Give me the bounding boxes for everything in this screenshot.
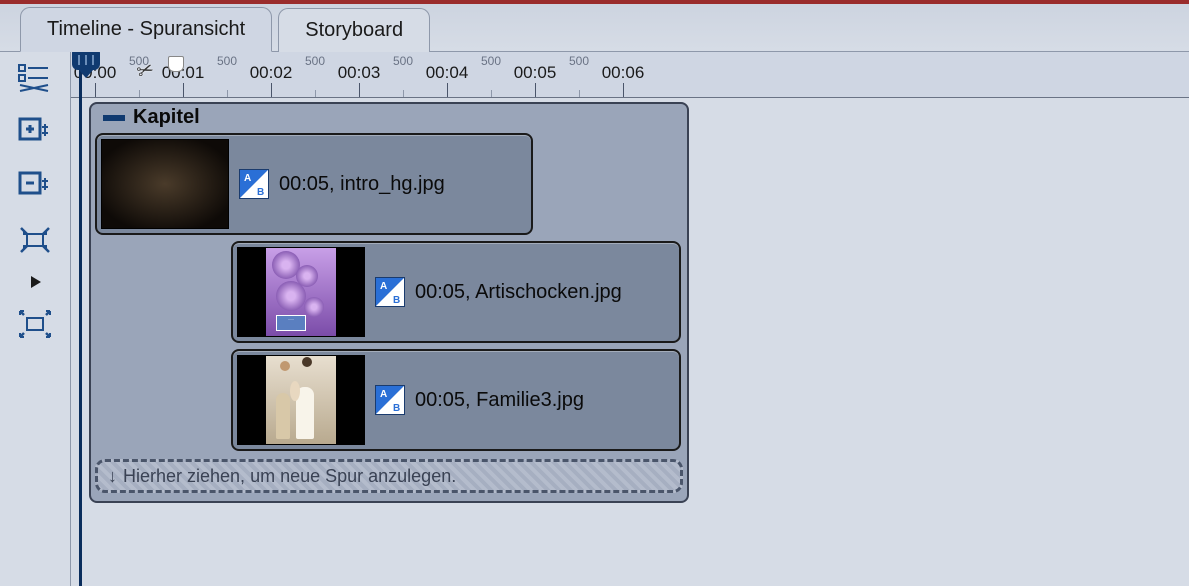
ruler-major-label: 00:02 (250, 63, 293, 83)
svg-text:A: A (244, 173, 251, 184)
tab-bar: Timeline - Spuransicht Storyboard (0, 0, 1189, 52)
toggle-tracks-icon[interactable] (10, 56, 60, 100)
transition-icon[interactable]: AB (375, 385, 405, 415)
clip-label: 00:05, Familie3.jpg (415, 389, 584, 412)
collapse-chapter-icon[interactable] (103, 115, 125, 121)
clip-label: 00:05, intro_hg.jpg (279, 173, 445, 196)
clip-item[interactable]: AB 00:05, intro_hg.jpg (95, 133, 533, 235)
svg-text:B: B (393, 403, 400, 414)
timeline-ruler[interactable]: ✂ 00:0050000:0150000:0250000:0350000:045… (71, 52, 1189, 98)
clip-thumbnail (101, 139, 229, 229)
svg-text:B: B (257, 187, 264, 198)
fit-all-icon[interactable] (10, 302, 60, 346)
chapter-container: Kapitel AB 00:05, intro_hg.jpg (89, 102, 689, 503)
tab-timeline[interactable]: Timeline - Spuransicht (20, 7, 272, 52)
transition-icon[interactable]: AB (239, 169, 269, 199)
collapse-tracks-icon[interactable] (10, 164, 60, 208)
chapter-title: Kapitel (133, 106, 200, 129)
ruler-minor-label: 500 (217, 54, 237, 68)
dropzone-hint: Hierher ziehen, um neue Spur anzulegen. (123, 466, 456, 487)
clip-label: 00:05, Artischocken.jpg (415, 281, 622, 304)
playhead[interactable] (79, 52, 82, 586)
scissors-icon[interactable]: ✂ (133, 56, 157, 85)
clip-thumbnail: ··· (237, 247, 365, 337)
ruler-major-label: 00:05 (514, 63, 557, 83)
clip-thumbnail (237, 355, 365, 445)
fit-clip-icon[interactable] (10, 218, 60, 262)
ruler-minor-label: 500 (569, 54, 589, 68)
tab-storyboard[interactable]: Storyboard (278, 8, 430, 52)
ruler-major-label: 00:06 (602, 63, 645, 83)
clip-item[interactable]: ··· AB 00:05, Artischocken.jpg (231, 241, 681, 343)
new-track-dropzone[interactable]: ↓ Hierher ziehen, um neue Spur anzulegen… (95, 459, 683, 493)
arrow-down-icon: ↓ (108, 466, 117, 487)
transition-icon[interactable]: AB (375, 277, 405, 307)
svg-text:A: A (380, 281, 387, 292)
ruler-minor-label: 500 (393, 54, 413, 68)
svg-text:A: A (380, 389, 387, 400)
ruler-major-label: 00:04 (426, 63, 469, 83)
sidebar (0, 52, 70, 586)
ruler-minor-label: 500 (481, 54, 501, 68)
playhead-handle[interactable] (72, 52, 100, 70)
ruler-major-label: 00:03 (338, 63, 381, 83)
range-marker[interactable] (168, 56, 184, 72)
svg-text:B: B (393, 295, 400, 306)
play-icon[interactable] (10, 272, 60, 292)
clip-item[interactable]: AB 00:05, Familie3.jpg (231, 349, 681, 451)
track-area: Kapitel AB 00:05, intro_hg.jpg (71, 98, 1189, 503)
chapter-header[interactable]: Kapitel (95, 104, 683, 131)
expand-tracks-icon[interactable] (10, 110, 60, 154)
ruler-minor-label: 500 (305, 54, 325, 68)
